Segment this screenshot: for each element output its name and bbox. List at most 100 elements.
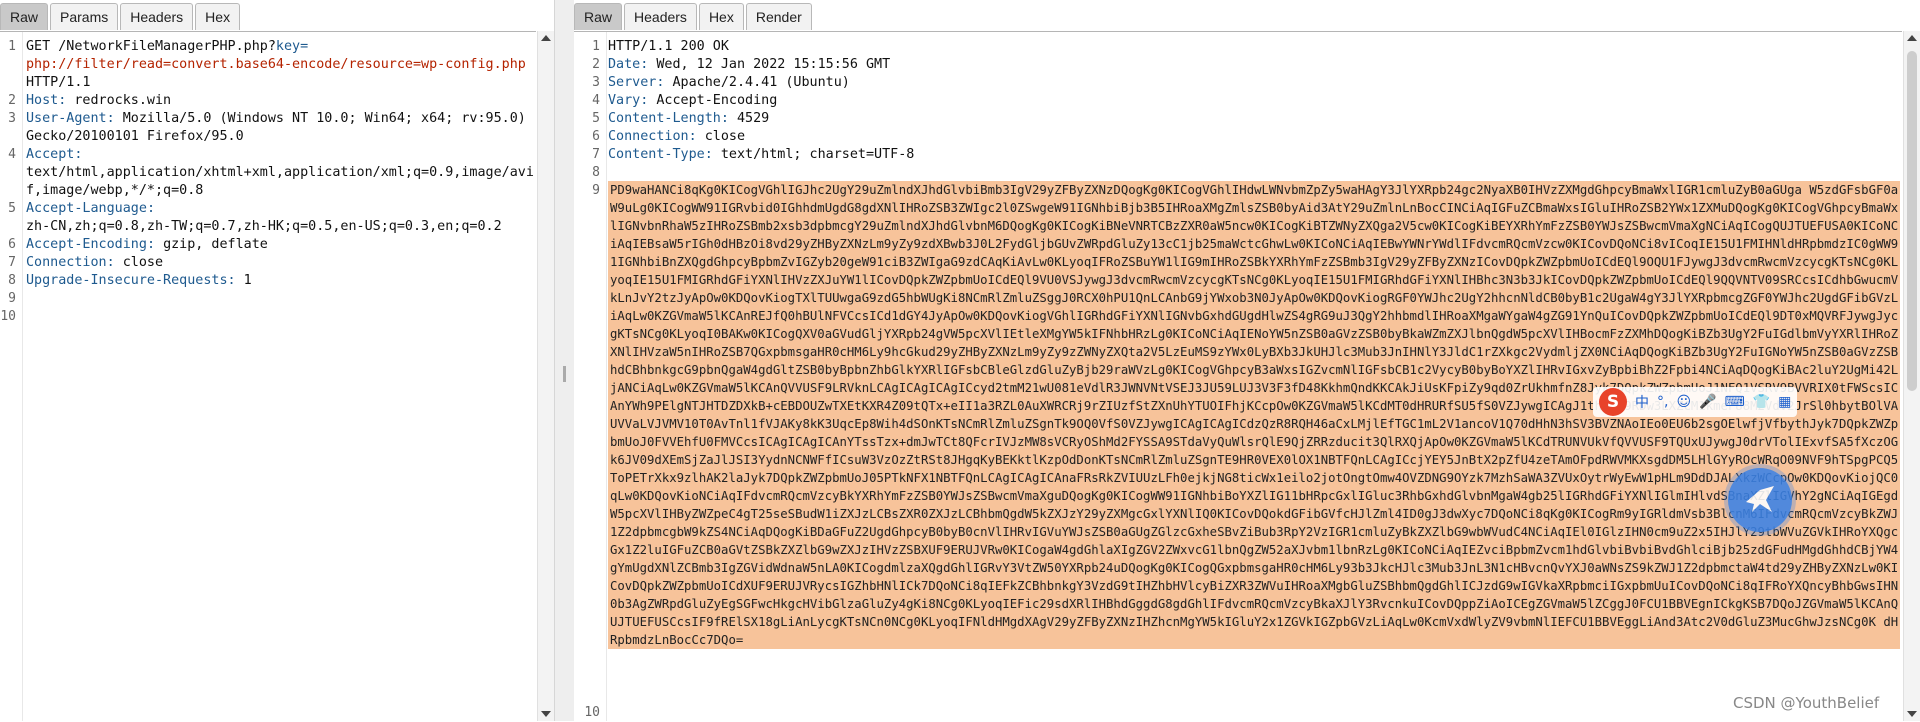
- line-number: 1: [8, 39, 16, 54]
- request-protocol: HTTP/1.1: [26, 75, 91, 90]
- request-line-gutter: 1 2 3 4 5 6 7 8 9 10: [0, 32, 23, 721]
- header-name: Vary: [608, 93, 641, 108]
- ime-logo-icon[interactable]: S: [1599, 388, 1627, 416]
- line-number: 7: [592, 147, 600, 162]
- header-name: Server: [608, 75, 657, 90]
- line-number: 3: [592, 75, 600, 90]
- response-header-server: Server: Apache/2.4.41 (Ubuntu): [608, 75, 850, 90]
- ime-toolbar[interactable]: S 中 °, ☺ 🎤 ⌨ 👕 ▦: [1593, 387, 1798, 417]
- request-tab-params[interactable]: Params: [50, 3, 119, 30]
- watermark: CSDN @YouthBelief: [1733, 694, 1880, 712]
- ime-chinese-mode[interactable]: 中: [1635, 392, 1649, 412]
- response-tab-render[interactable]: Render: [745, 3, 812, 30]
- response-header-connection: Connection: close: [608, 129, 746, 144]
- scroll-down-icon[interactable]: [541, 711, 551, 717]
- line-number: 3: [8, 111, 16, 126]
- header-value: 4529: [737, 111, 770, 126]
- param-value: php://filter/read=convert.base64-encode/…: [26, 57, 526, 72]
- ime-keyboard-icon[interactable]: ⌨: [1725, 394, 1745, 410]
- request-line: GET /NetworkFileManagerPHP.php?key=: [26, 38, 308, 56]
- request-panel: Raw Params Headers Hex 1 2 3 4 5 6 7 8 9…: [0, 0, 554, 721]
- header-value: text/html; charset=UTF-8: [720, 147, 915, 162]
- request-scrollbar[interactable]: [537, 31, 554, 721]
- line-number: 5: [8, 201, 16, 216]
- header-value: Mozilla/5.0 (Windows NT 10.0; Win64; x64…: [122, 111, 526, 126]
- line-number: 6: [592, 129, 600, 144]
- request-tab-hex[interactable]: Hex: [195, 3, 241, 30]
- header-user-agent: User-Agent: Mozilla/5.0 (Windows NT 10.0…: [26, 111, 526, 126]
- ime-emoji-icon[interactable]: ☺: [1676, 394, 1691, 410]
- line-number: 8: [592, 165, 600, 180]
- header-name: Host: [26, 93, 59, 108]
- line-number: 6: [8, 237, 16, 252]
- scroll-up-icon[interactable]: [541, 35, 551, 41]
- header-name: Connection: [608, 129, 689, 144]
- response-tab-hex[interactable]: Hex: [698, 3, 744, 30]
- line-number: 2: [592, 57, 600, 72]
- line-number: 7: [8, 255, 16, 270]
- header-accept-language-cont: zh-CN,zh;q=0.8,zh-TW;q=0.7,zh-HK;q=0.5,e…: [26, 219, 502, 234]
- response-header-date: Date: Wed, 12 Jan 2022 15:15:56 GMT: [608, 57, 891, 72]
- header-name: Accept: [26, 147, 75, 162]
- line-number: 5: [592, 111, 600, 126]
- scroll-down-icon[interactable]: [1907, 711, 1917, 717]
- ime-skin-icon[interactable]: 👕: [1753, 394, 1770, 410]
- response-tabs: Raw Headers Hex Render: [574, 3, 812, 30]
- header-value: close: [122, 255, 164, 270]
- line-number: 1: [592, 39, 600, 54]
- header-value: Accept-Encoding: [656, 93, 778, 108]
- ime-voice-icon[interactable]: 🎤: [1699, 394, 1716, 410]
- header-accept: Accept:: [26, 147, 83, 162]
- splitter-grip-icon[interactable]: [563, 366, 566, 382]
- scroll-thumb[interactable]: [1907, 51, 1917, 391]
- response-header-vary: Vary: Accept-Encoding: [608, 93, 778, 108]
- response-header-content-type: Content-Type: text/html; charset=UTF-8: [608, 147, 915, 162]
- line-number: 4: [8, 147, 16, 162]
- request-method-path: GET /NetworkFileManagerPHP.php?: [26, 39, 276, 54]
- response-editor[interactable]: 1 2 3 4 5 6 7 8 9 10 HTTP/1.1 200 OK Dat…: [574, 31, 1902, 721]
- header-value: close: [704, 129, 746, 144]
- line-number: 4: [592, 93, 600, 108]
- param-key: key: [275, 39, 301, 54]
- header-value: Apache/2.4.41 (Ubuntu): [672, 75, 850, 90]
- header-user-agent-cont: Gecko/20100101 Firefox/95.0: [26, 129, 244, 144]
- header-host: Host: redrocks.win: [26, 93, 172, 108]
- floating-bird-button[interactable]: [1728, 468, 1792, 532]
- header-name: Content-Length: [608, 111, 721, 126]
- line-number: 9: [592, 183, 600, 198]
- header-accept-encoding: Accept-Encoding: gzip, deflate: [26, 237, 268, 252]
- response-line-gutter: 1 2 3 4 5 6 7 8 9 10: [574, 32, 607, 721]
- header-connection: Connection: close: [26, 255, 164, 270]
- response-tab-raw[interactable]: Raw: [574, 3, 623, 30]
- ime-punctuation-icon[interactable]: °,: [1657, 394, 1668, 410]
- header-accept-language: Accept-Language:: [26, 201, 155, 216]
- line-number: 10: [584, 705, 600, 720]
- param-equals: =: [300, 39, 309, 54]
- line-number: 2: [8, 93, 16, 108]
- response-tab-headers[interactable]: Headers: [624, 3, 697, 30]
- header-accept-cont: f,image/webp,*/*;q=0.8: [26, 183, 204, 198]
- request-editor[interactable]: 1 2 3 4 5 6 7 8 9 10 GET /NetworkFileMan…: [0, 31, 536, 721]
- header-name: Upgrade-Insecure-Requests: [26, 273, 228, 288]
- header-accept-cont: text/html,application/xhtml+xml,applicat…: [26, 165, 534, 180]
- header-name: Connection: [26, 255, 107, 270]
- line-number: 10: [0, 309, 16, 324]
- status-line: HTTP/1.1 200 OK: [608, 39, 729, 54]
- response-panel: Raw Headers Hex Render 1 2 3 4 5 6 7 8 9…: [574, 0, 1920, 721]
- request-tab-headers[interactable]: Headers: [120, 3, 194, 30]
- scroll-up-icon[interactable]: [1907, 35, 1917, 41]
- line-number: 8: [8, 273, 16, 288]
- header-name: Content-Type: [608, 147, 705, 162]
- panel-splitter[interactable]: [554, 0, 576, 721]
- response-scrollbar[interactable]: [1903, 31, 1920, 721]
- line-number: 9: [8, 291, 16, 306]
- header-name: Accept-Encoding: [26, 237, 147, 252]
- header-upgrade-insecure: Upgrade-Insecure-Requests: 1: [26, 273, 252, 288]
- header-value: gzip, deflate: [163, 237, 268, 252]
- header-value: 1: [243, 273, 252, 288]
- header-name: User-Agent: [26, 111, 107, 126]
- bird-icon: [1746, 486, 1774, 512]
- request-tab-raw[interactable]: Raw: [0, 3, 49, 30]
- header-name: Accept-Language: [26, 201, 147, 216]
- ime-menu-icon[interactable]: ▦: [1778, 394, 1791, 410]
